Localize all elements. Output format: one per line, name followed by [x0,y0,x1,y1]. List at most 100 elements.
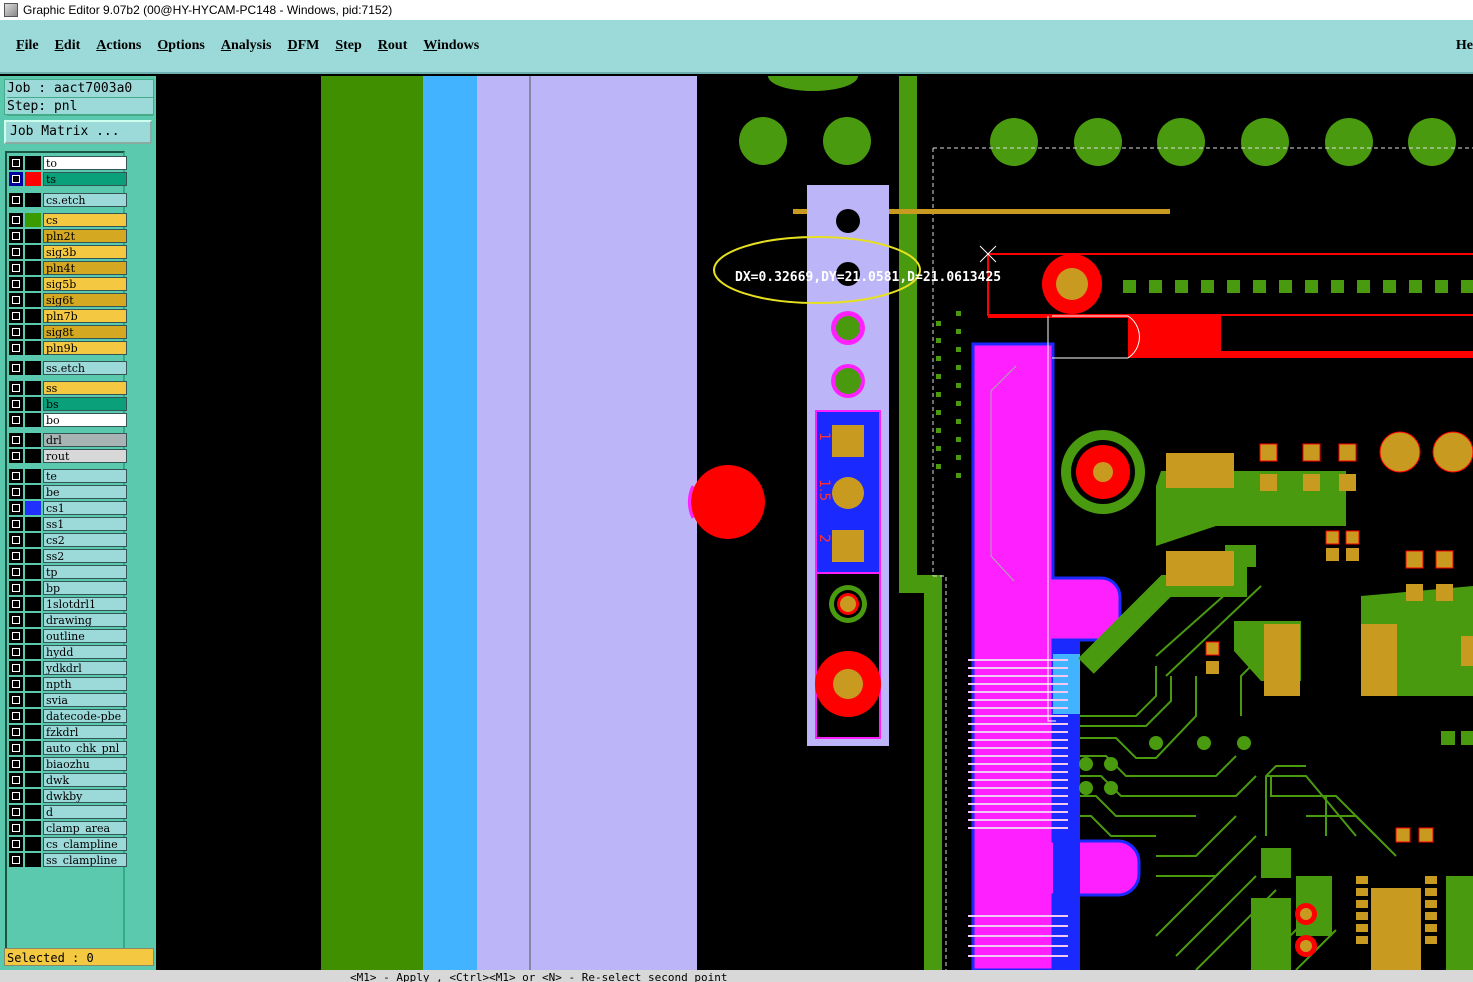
layer-color-swatch[interactable] [25,324,41,339]
layer-name[interactable]: ydkdrl [43,660,127,675]
layer-row-cs1[interactable]: cs1 [9,500,127,515]
layer-row-be[interactable]: be [9,484,127,499]
layer-color-swatch[interactable] [25,192,41,207]
layer-color-swatch[interactable] [25,772,41,787]
layer-row-pln9b[interactable]: pln9b [9,340,127,355]
layer-color-swatch[interactable] [25,155,41,170]
layer-row-pln7b[interactable]: pln7b [9,308,127,323]
layer-name[interactable]: drl [43,432,127,447]
layer-checkbox[interactable] [9,448,23,463]
layer-name[interactable]: drawing [43,612,127,627]
layer-checkbox[interactable] [9,708,23,723]
layer-row-datecode-pbe[interactable]: datecode-pbe [9,708,127,723]
layer-checkbox[interactable] [9,276,23,291]
layer-checkbox[interactable] [9,820,23,835]
layer-color-swatch[interactable] [25,484,41,499]
menu-help[interactable]: He [1456,38,1473,54]
layer-color-swatch[interactable] [25,308,41,323]
layer-color-swatch[interactable] [25,756,41,771]
layer-color-swatch[interactable] [25,516,41,531]
layer-name[interactable]: biaozhu [43,756,127,771]
layer-checkbox[interactable] [9,580,23,595]
layer-color-swatch[interactable] [25,500,41,515]
layer-color-swatch[interactable] [25,532,41,547]
layer-color-swatch[interactable] [25,396,41,411]
layer-row-biaozhu[interactable]: biaozhu [9,756,127,771]
layer-row-ss2[interactable]: ss2 [9,548,127,563]
layer-checkbox[interactable] [9,308,23,323]
layer-color-swatch[interactable] [25,836,41,851]
layer-name[interactable]: dwkby [43,788,127,803]
layer-color-swatch[interactable] [25,432,41,447]
layer-checkbox[interactable] [9,292,23,307]
layer-color-swatch[interactable] [25,276,41,291]
layer-row-sig3b[interactable]: sig3b [9,244,127,259]
layer-name[interactable]: ss1 [43,516,127,531]
layer-row-cs_clampline[interactable]: cs_clampline [9,836,127,851]
layer-name[interactable]: auto_chk_pnl [43,740,127,755]
layer-name[interactable]: npth [43,676,127,691]
menu-dfm[interactable]: DFM [287,38,319,54]
layer-checkbox[interactable] [9,260,23,275]
layer-row-ss_clampline[interactable]: ss_clampline [9,852,127,867]
layer-name[interactable]: cs [43,212,127,227]
layer-name[interactable]: bs [43,396,127,411]
layer-name[interactable]: sig8t [43,324,127,339]
layer-color-swatch[interactable] [25,380,41,395]
layer-row-bs[interactable]: bs [9,396,127,411]
layer-row-tp[interactable]: tp [9,564,127,579]
layer-row-ss[interactable]: ss [9,380,127,395]
layer-name[interactable]: be [43,484,127,499]
layer-checkbox[interactable] [9,228,23,243]
layer-checkbox[interactable] [9,804,23,819]
layer-color-swatch[interactable] [25,676,41,691]
layer-row-ss1[interactable]: ss1 [9,516,127,531]
layer-checkbox[interactable] [9,192,23,207]
layer-checkbox[interactable] [9,644,23,659]
layer-name[interactable]: sig5b [43,276,127,291]
layer-name[interactable]: cs.etch [43,192,127,207]
layer-name[interactable]: ss.etch [43,360,127,375]
layer-checkbox[interactable] [9,244,23,259]
layer-name[interactable]: cs1 [43,500,127,515]
layer-checkbox[interactable] [9,340,23,355]
layer-name[interactable]: svia [43,692,127,707]
layer-checkbox[interactable] [9,396,23,411]
layer-row-bp[interactable]: bp [9,580,127,595]
menu-actions[interactable]: Actions [96,38,141,54]
layer-row-svia[interactable]: svia [9,692,127,707]
layer-checkbox[interactable] [9,432,23,447]
layer-row-sig8t[interactable]: sig8t [9,324,127,339]
layer-color-swatch[interactable] [25,660,41,675]
layer-color-swatch[interactable] [25,724,41,739]
layer-name[interactable]: ss [43,380,127,395]
layer-name[interactable]: pln2t [43,228,127,243]
layer-row-bo[interactable]: bo [9,412,127,427]
layer-checkbox[interactable] [9,468,23,483]
layer-row-npth[interactable]: npth [9,676,127,691]
layer-name[interactable]: pln7b [43,308,127,323]
layer-row-d[interactable]: d [9,804,127,819]
layer-row-1slotdrl1[interactable]: 1slotdrl1 [9,596,127,611]
layer-row-te[interactable]: te [9,468,127,483]
layer-row-fzkdrl[interactable]: fzkdrl [9,724,127,739]
layer-checkbox[interactable] [9,516,23,531]
layer-name[interactable]: te [43,468,127,483]
layer-color-swatch[interactable] [25,212,41,227]
layer-checkbox[interactable] [9,171,23,186]
layer-name[interactable]: to [43,155,127,170]
layer-name[interactable]: fzkdrl [43,724,127,739]
layer-row-ss.etch[interactable]: ss.etch [9,360,127,375]
layer-color-swatch[interactable] [25,548,41,563]
layer-row-cs.etch[interactable]: cs.etch [9,192,127,207]
layer-row-drl[interactable]: drl [9,432,127,447]
layer-name[interactable]: cs_clampline [43,836,127,851]
layer-name[interactable]: 1slotdrl1 [43,596,127,611]
layer-checkbox[interactable] [9,548,23,563]
layer-row-pln2t[interactable]: pln2t [9,228,127,243]
layer-color-swatch[interactable] [25,244,41,259]
layer-color-swatch[interactable] [25,468,41,483]
layer-row-dwk[interactable]: dwk [9,772,127,787]
layer-checkbox[interactable] [9,740,23,755]
layer-checkbox[interactable] [9,628,23,643]
